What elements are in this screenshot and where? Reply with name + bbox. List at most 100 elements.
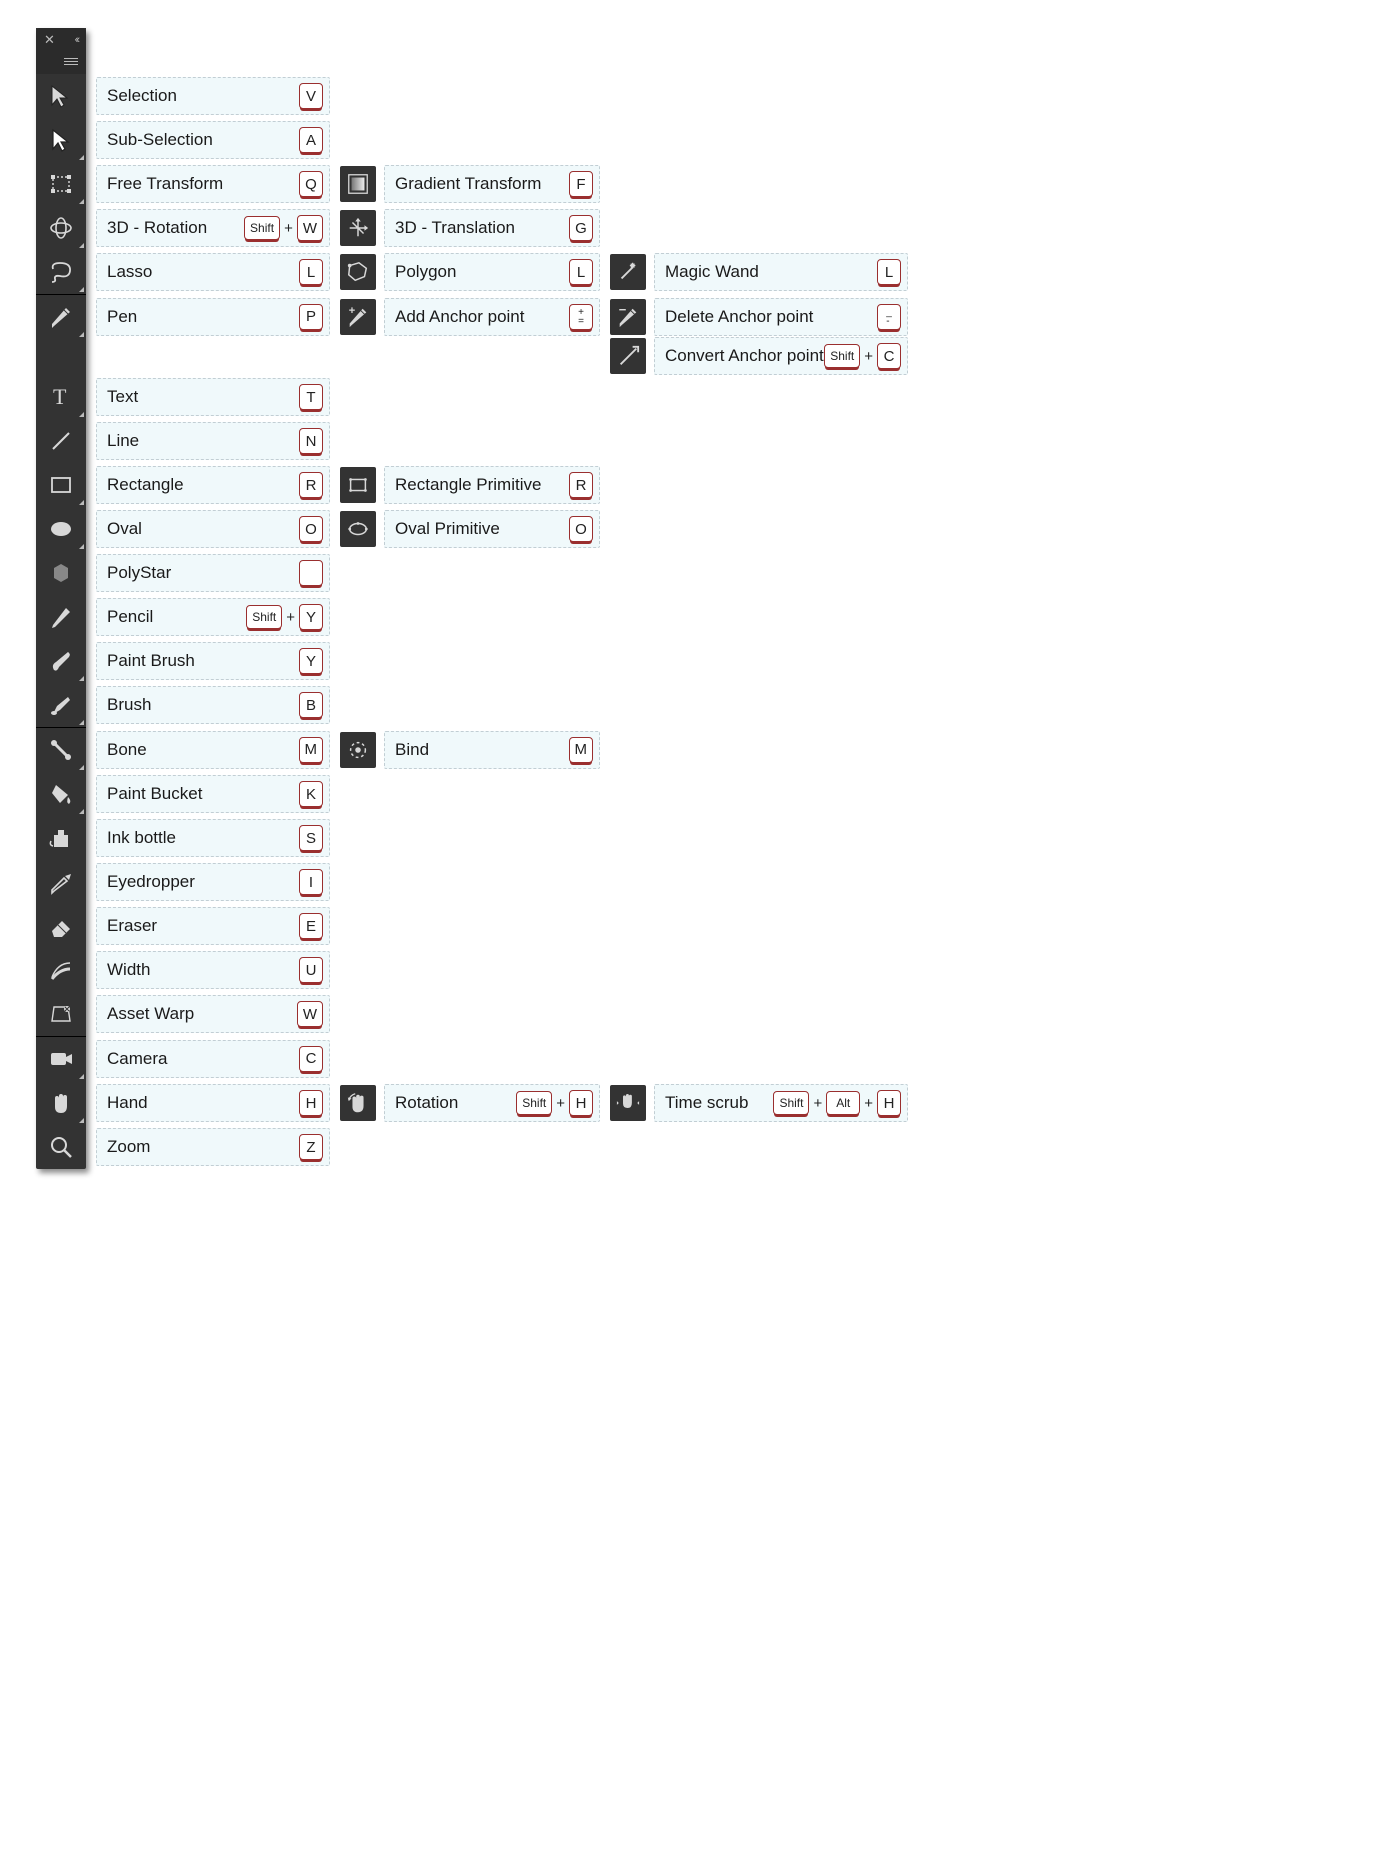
convert-anchor-icon[interactable] (610, 338, 646, 374)
tool-chip[interactable]: Convert Anchor pointShift+C (654, 337, 908, 375)
tool-chip[interactable]: Paint BrushY (96, 642, 330, 680)
polygon-lasso-icon[interactable] (340, 254, 376, 290)
tool-chip[interactable]: Time scrubShift+Alt+H (654, 1084, 908, 1122)
tool-chip[interactable]: Sub-SelectionA (96, 121, 330, 159)
rectangle-tool-slot[interactable] (36, 463, 86, 507)
tool-chip[interactable]: Asset WarpW (96, 995, 330, 1033)
key-plus: + (813, 1095, 822, 1112)
pencil-tool-slot[interactable] (36, 595, 86, 639)
tool-chip[interactable]: LineN (96, 422, 330, 460)
tool-chip[interactable]: Selection V (96, 77, 330, 115)
gradient-transform-icon[interactable] (340, 166, 376, 202)
rotation-hand-icon[interactable] (340, 1085, 376, 1121)
tool-chip[interactable]: HandH (96, 1084, 330, 1122)
oval-primitive-icon[interactable] (340, 511, 376, 547)
zoom-tool-slot[interactable] (36, 1125, 86, 1169)
tool-chip[interactable]: OvalO (96, 510, 330, 548)
tool-chip[interactable]: Ink bottleS (96, 819, 330, 857)
pen-del-icon[interactable] (610, 299, 646, 335)
tool-chip[interactable]: BoneM (96, 731, 330, 769)
tool-chip[interactable]: PenP (96, 298, 330, 336)
tool-label: Selection (107, 86, 177, 106)
shortcut-keys: A (299, 127, 323, 153)
text-tool-slot[interactable] (36, 375, 86, 419)
translate-3d-icon[interactable] (340, 210, 376, 246)
tool-chip[interactable]: Add Anchor point+= (384, 298, 600, 336)
line-tool-slot[interactable] (36, 419, 86, 463)
shortcut-key: Q (299, 171, 323, 197)
tool-chip[interactable]: BrushB (96, 686, 330, 724)
shortcut-key: T (299, 384, 323, 410)
eraser-tool-slot[interactable] (36, 904, 86, 948)
asset-warp-tool-slot[interactable] (36, 992, 86, 1036)
tool-chip[interactable]: Delete Anchor point_- (654, 298, 908, 336)
camera-tool-slot[interactable] (36, 1036, 86, 1081)
tool-chip[interactable]: EraserE (96, 907, 330, 945)
bind-icon[interactable] (340, 732, 376, 768)
free-transform-tool-slot[interactable] (36, 162, 86, 206)
tool-chip[interactable]: PolygonL (384, 253, 600, 291)
magic-wand-icon[interactable] (610, 254, 646, 290)
shortcut-keys: V (299, 83, 323, 109)
tool-label: Rectangle (107, 475, 184, 495)
time-scrub-icon[interactable] (610, 1085, 646, 1121)
brush-tool-slot[interactable] (36, 683, 86, 727)
rectangle-primitive-icon[interactable] (340, 467, 376, 503)
tool-row: EraserE (36, 904, 908, 948)
tool-chip[interactable]: WidthU (96, 951, 330, 989)
shortcut-key: K (299, 781, 323, 807)
tool-chip[interactable]: CameraC (96, 1040, 330, 1078)
tool-chip[interactable]: Paint BucketK (96, 775, 330, 813)
shortcut-keys: S (299, 825, 323, 851)
shortcut-key: _- (877, 304, 901, 330)
shortcut-keys: Shift+W (244, 215, 323, 241)
key-plus: + (864, 1095, 873, 1112)
hand-tool-slot[interactable] (36, 1081, 86, 1125)
pen-tool-slot[interactable] (36, 294, 86, 339)
tool-chip[interactable]: 3D - RotationShift+W (96, 209, 330, 247)
subselection-tool-slot[interactable] (36, 118, 86, 162)
tool-label: Bone (107, 740, 147, 760)
polystar-tool-slot[interactable] (36, 551, 86, 595)
shortcut-key: V (299, 83, 323, 109)
eyedropper-tool-slot[interactable] (36, 860, 86, 904)
tool-chip[interactable]: Rectangle PrimitiveR (384, 466, 600, 504)
tool-chip[interactable]: LassoL (96, 253, 330, 291)
tool-alt-chip: Rectangle PrimitiveR (340, 466, 600, 504)
tool-chip[interactable]: PolyStar (96, 554, 330, 592)
tool-chip[interactable]: RectangleR (96, 466, 330, 504)
tool-alt-chip: 3D - TranslationG (340, 209, 600, 247)
bone-tool-slot[interactable] (36, 727, 86, 772)
collapse-icon[interactable]: ‹‹ (75, 34, 78, 46)
close-icon[interactable]: ✕ (44, 32, 55, 48)
tool-chip[interactable]: Gradient TransformF (384, 165, 600, 203)
tool-alt-chip: Convert Anchor pointShift+C (610, 337, 908, 375)
panel-header: ✕ ‹‹ (36, 28, 86, 52)
panel-menu-icon[interactable] (64, 58, 78, 65)
shortcut-keys: F (569, 171, 593, 197)
paintbrush-tool-slot[interactable] (36, 639, 86, 683)
tool-chip[interactable]: EyedropperI (96, 863, 330, 901)
width-tool-slot[interactable] (36, 948, 86, 992)
tool-chip[interactable]: Oval PrimitiveO (384, 510, 600, 548)
tool-chip[interactable]: ZoomZ (96, 1128, 330, 1166)
tool-chip[interactable]: Magic WandL (654, 253, 908, 291)
tool-chip[interactable]: RotationShift+H (384, 1084, 600, 1122)
tool-row: Asset WarpW (36, 992, 908, 1036)
ink-bottle-tool-slot[interactable] (36, 816, 86, 860)
tool-chip[interactable]: TextT (96, 378, 330, 416)
paint-bucket-tool-slot[interactable] (36, 772, 86, 816)
shortcut-keys: T (299, 384, 323, 410)
tool-chip[interactable]: 3D - TranslationG (384, 209, 600, 247)
tool-chip[interactable]: Free TransformQ (96, 165, 330, 203)
tool-chip[interactable]: PencilShift+Y (96, 598, 330, 636)
pen-add-icon[interactable] (340, 299, 376, 335)
tool-chip[interactable]: BindM (384, 731, 600, 769)
lasso-tool-slot[interactable] (36, 250, 86, 294)
shortcut-keys: L (299, 259, 323, 285)
shortcut-keys: O (299, 516, 323, 542)
selection-tool-slot[interactable] (36, 74, 86, 118)
tool-alt-chip: BindM (340, 731, 600, 769)
rotate-3d-tool-slot[interactable] (36, 206, 86, 250)
oval-tool-slot[interactable] (36, 507, 86, 551)
